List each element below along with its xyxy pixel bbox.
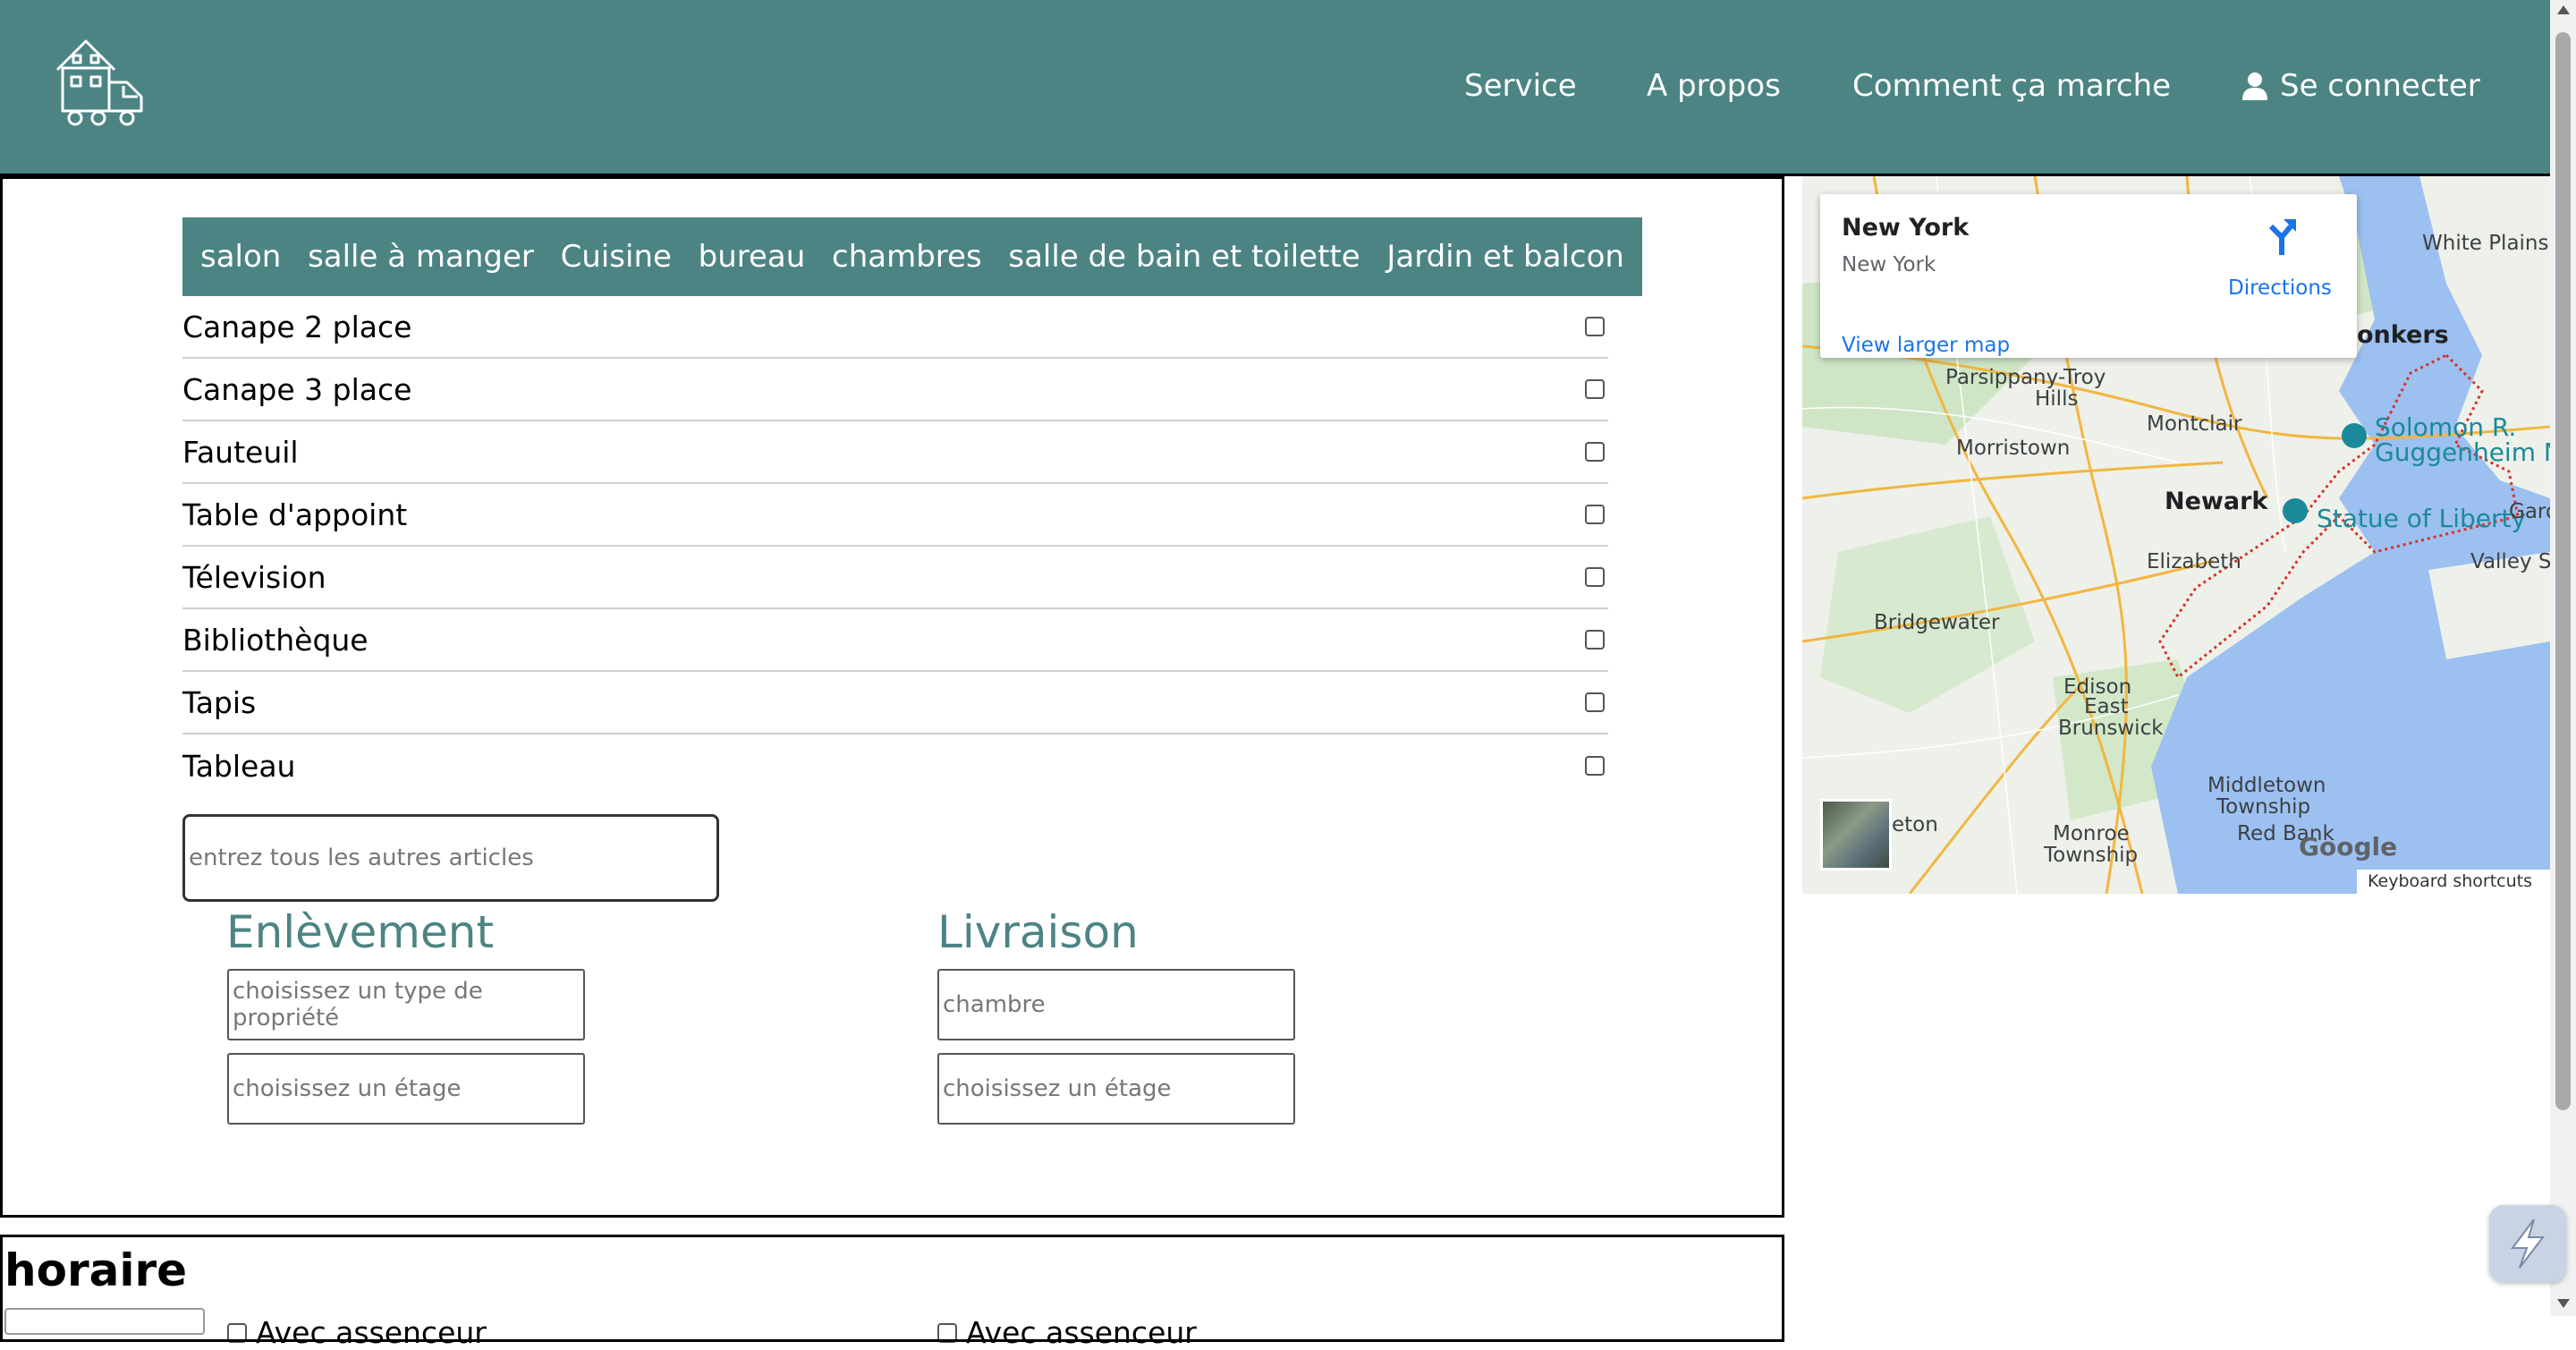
map-label: East — [2084, 695, 2129, 718]
delivery-title: Livraison — [937, 906, 1139, 958]
list-item: Bibliothèque — [182, 609, 1608, 672]
tab-salon[interactable]: salon — [200, 239, 281, 275]
directions-icon[interactable] — [2264, 214, 2300, 255]
map-label: Montclair — [2147, 412, 2242, 436]
list-item: Canape 3 place — [182, 359, 1608, 421]
scroll-thumb[interactable] — [2555, 32, 2571, 1110]
item-checkbox[interactable] — [1585, 630, 1605, 650]
item-checkbox[interactable] — [1585, 567, 1605, 587]
map-label: Brunswick — [2058, 717, 2164, 740]
floating-action-button[interactable] — [2489, 1205, 2566, 1282]
embedded-map[interactable]: White Plains onkers Parsippany-Troy Hill… — [1802, 176, 2550, 894]
map-label: Township — [2044, 844, 2139, 867]
item-label: Télevision — [182, 559, 326, 595]
user-icon — [2242, 72, 2267, 100]
item-checkbox[interactable] — [1585, 379, 1605, 399]
list-item: Tapis — [182, 672, 1608, 734]
list-item: Table d'appoint — [182, 484, 1608, 547]
nav-service-link[interactable]: Service — [1464, 68, 1577, 104]
delivery-floor-field[interactable]: choisissez un étage — [937, 1053, 1295, 1125]
map-place-subtitle: New York — [1842, 253, 1936, 276]
schedule-panel: horaire — [0, 1235, 1784, 1342]
map-label: Township — [2216, 795, 2311, 819]
top-navbar: Service A propos Comment ça marche Se co… — [0, 0, 2550, 176]
list-item: Télevision — [182, 547, 1608, 609]
scroll-down-arrow-icon[interactable] — [2557, 1299, 2570, 1308]
view-larger-map-link[interactable]: View larger map — [1842, 334, 2010, 357]
tab-salle-a-manger[interactable]: salle à manger — [308, 239, 534, 275]
map-label: Newark — [2165, 488, 2268, 515]
pickup-title: Enlèvement — [226, 906, 495, 958]
map-label: Morristown — [1956, 437, 2071, 460]
item-label: Canape 3 place — [182, 371, 412, 407]
room-tabs: salon salle à manger Cuisine bureau cham… — [182, 217, 1642, 296]
map-label: Statue of Liberty — [2317, 504, 2527, 533]
item-label: Canape 2 place — [182, 309, 412, 344]
scroll-up-arrow-icon[interactable] — [2557, 5, 2570, 14]
map-place-title: New York — [1842, 214, 1970, 242]
map-label: Valley Stre — [2470, 550, 2550, 573]
tab-cuisine[interactable]: Cuisine — [561, 239, 672, 275]
item-checkbox[interactable] — [1585, 692, 1605, 712]
item-label: Tapis — [182, 684, 257, 720]
satellite-toggle[interactable] — [1820, 799, 1892, 870]
item-checkbox[interactable] — [1585, 505, 1605, 524]
directions-link[interactable]: Directions — [2228, 276, 2332, 300]
tab-bureau[interactable]: bureau — [699, 239, 806, 275]
map-place-card: New York New York View larger map Direct… — [1820, 194, 2357, 358]
pickup-floor-field[interactable]: choisissez un étage — [227, 1053, 585, 1125]
keyboard-shortcuts-link[interactable]: Keyboard shortcuts — [2357, 870, 2550, 894]
nav-login-label: Se connecter — [2280, 68, 2480, 104]
map-label: White Plains — [2422, 232, 2549, 255]
pickup-property-type-field[interactable]: choisissez un type de propriété — [227, 969, 585, 1040]
tab-chambres[interactable]: chambres — [832, 239, 982, 275]
map-label: Elizabeth — [2147, 550, 2241, 573]
google-logo: Google — [2299, 832, 2398, 862]
item-label: Fauteuil — [182, 434, 299, 470]
nav-about-link[interactable]: A propos — [1647, 68, 1781, 104]
schedule-select[interactable] — [4, 1308, 205, 1335]
moving-items-form: salon salle à manger Cuisine bureau cham… — [0, 176, 1784, 1350]
delivery-property-type-field[interactable]: chambre — [937, 969, 1295, 1040]
page-scrollbar[interactable] — [2550, 0, 2576, 1316]
nav-how-it-works-link[interactable]: Comment ça marche — [1852, 68, 2171, 104]
other-items-input[interactable]: entrez tous les autres articles — [182, 814, 719, 902]
item-label: Tableau — [182, 748, 296, 784]
item-label: Table d'appoint — [182, 497, 408, 532]
item-checkbox[interactable] — [1585, 442, 1605, 462]
moving-house-truck-logo-icon[interactable] — [52, 36, 147, 131]
item-list: Canape 2 place Canape 3 place Fauteuil T… — [182, 296, 1608, 797]
map-label: onkers — [2357, 321, 2449, 349]
map-label: Guggenheim Mu — [2375, 437, 2550, 467]
map-label: Gard — [2509, 500, 2550, 523]
list-item: Canape 2 place — [182, 296, 1608, 359]
nav-login-link[interactable]: Se connecter — [2242, 68, 2480, 104]
map-label: Middletown — [2207, 774, 2326, 797]
list-item: Fauteuil — [182, 421, 1608, 484]
map-label: Bridgewater — [1874, 611, 2000, 634]
item-label: Bibliothèque — [182, 622, 369, 658]
map-label: Monroe — [2053, 822, 2130, 845]
tab-jardin-balcon[interactable]: Jardin et balcon — [1386, 239, 1624, 275]
map-label: Parsippany-Troy — [1945, 366, 2106, 389]
item-checkbox[interactable] — [1585, 756, 1605, 776]
tab-salle-de-bain[interactable]: salle de bain et toilette — [1008, 239, 1360, 275]
list-item: Tableau — [182, 734, 1608, 797]
map-label: eton — [1892, 813, 1938, 836]
lightning-icon — [2511, 1218, 2546, 1269]
item-checkbox[interactable] — [1585, 317, 1605, 336]
schedule-title: horaire — [4, 1244, 188, 1296]
map-label: Hills — [2035, 387, 2079, 411]
